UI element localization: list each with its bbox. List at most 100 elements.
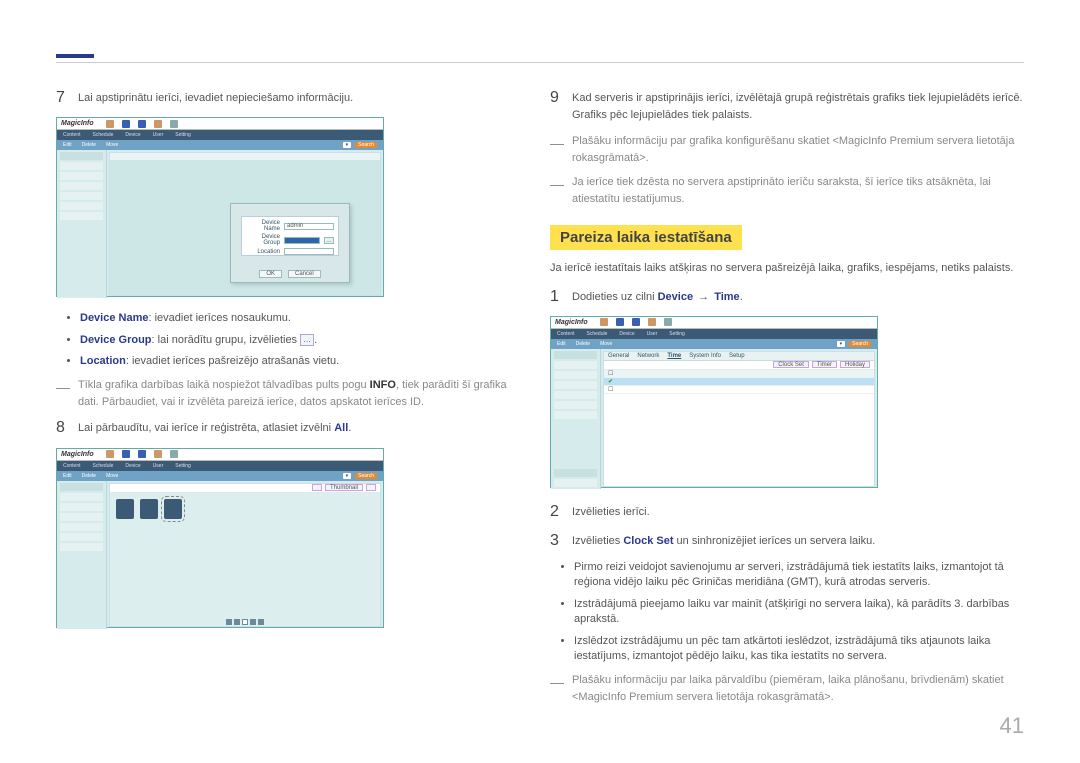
term: Location <box>80 355 126 367</box>
toolbar-label: Delete <box>82 473 96 479</box>
menu-item: User <box>153 132 164 138</box>
step-text: Kad serveris ir apstiprinājis ierīci, iz… <box>572 88 1028 123</box>
menu-item: Schedule <box>93 132 114 138</box>
check-icon: ✔ <box>608 378 613 385</box>
device-tile-selected <box>164 499 182 519</box>
cancel-button: Cancel <box>288 270 321 278</box>
note-text: Ja ierīce tiek dzēsta no servera apstipr… <box>572 174 1028 207</box>
pager-btn <box>226 619 232 625</box>
step-text: Dodieties uz cilni Device → Time. <box>572 287 1028 306</box>
toolbar-label: Move <box>106 473 118 479</box>
tab-active: Time <box>667 353 681 359</box>
section-heading: Pareiza laika iestatīšana <box>550 225 742 250</box>
nav-icon <box>170 120 178 128</box>
nav-icon <box>122 450 130 458</box>
device-tile <box>140 499 158 519</box>
step-8: 8 Lai pārbaudītu, vai ierīce ir reģistrē… <box>56 418 524 437</box>
pager-btn <box>250 619 256 625</box>
menu-item: Content <box>557 331 575 337</box>
step-number: 2 <box>550 502 572 521</box>
app-logo-text: MagicInfo <box>61 451 94 458</box>
pager-btn <box>242 619 248 625</box>
header-rule <box>56 62 1024 63</box>
step-1: 1 Dodieties uz cilni Device → Time. <box>550 287 1028 306</box>
nav-icon <box>138 450 146 458</box>
search-button: Search <box>355 142 377 148</box>
note: ― Plašāku informāciju par grafika konfig… <box>550 133 1028 166</box>
step-number: 3 <box>550 531 572 550</box>
term: Device Name <box>80 312 149 324</box>
header-accent <box>56 54 94 58</box>
menu-item: User <box>647 331 658 337</box>
view-button: Thumbnail <box>325 484 363 491</box>
note-text: Plašāku informāciju par laika pārvaldību… <box>572 672 1028 705</box>
ellipsis-button: … <box>324 237 334 244</box>
toolbar-btn: ▾ <box>343 142 352 148</box>
toolbar-btn: ▾ <box>343 473 352 479</box>
bullet-text: : lai norādītu grupu, izvēlieties <box>152 334 301 346</box>
list-item: Pirmo reizi veidojot savienojumu ar serv… <box>574 560 1028 591</box>
bullet-list: Device Name: ievadiet ierīces nosaukumu.… <box>80 311 524 369</box>
toolbar-label: Edit <box>63 473 72 479</box>
approve-dialog: Device Name admin Device Group … Locatio… <box>230 203 350 283</box>
toolbar-btn: ▾ <box>837 341 846 347</box>
step-text: Izvēlieties Clock Set un sinhronizējiet … <box>572 531 1028 550</box>
search-button: Search <box>849 341 871 347</box>
bullet-list: Pirmo reizi veidojot savienojumu ar serv… <box>574 560 1028 664</box>
tab: General <box>608 353 629 359</box>
bullet-text: : ievadiet ierīces nosaukumu. <box>149 312 291 324</box>
intro-text: Ja ierīcē iestatītais laiks atšķiras no … <box>550 260 1028 277</box>
field-input <box>284 237 320 244</box>
menu-item: Device <box>125 132 140 138</box>
step-number: 9 <box>550 88 572 123</box>
checkbox: ☐ <box>608 386 613 393</box>
toolbar-label: Move <box>600 341 612 347</box>
step-3: 3 Izvēlieties Clock Set un sinhronizējie… <box>550 531 1028 550</box>
list-item: Device Group: lai norādītu grupu, izvēli… <box>80 333 524 348</box>
term: Device Group <box>80 334 152 346</box>
note-text: Plašāku informāciju par grafika konfigur… <box>572 133 1028 166</box>
ellipsis-icon: … <box>300 334 314 346</box>
step-number: 7 <box>56 88 78 107</box>
page-number: 41 <box>1000 713 1024 739</box>
sub-button: Timer <box>812 361 837 368</box>
note: ― Plašāku informāciju par laika pārvaldī… <box>550 672 1028 705</box>
field-label: Location <box>246 249 280 255</box>
step-number: 1 <box>550 287 572 306</box>
step-number: 8 <box>56 418 78 437</box>
nav-icon <box>664 318 672 326</box>
menu-item: Setting <box>175 463 191 469</box>
step-text: Izvēlieties ierīci. <box>572 502 1028 521</box>
toolbar-label: Edit <box>557 341 566 347</box>
menu-item: Device <box>125 463 140 469</box>
search-button: Search <box>355 473 377 479</box>
field-input <box>284 248 334 255</box>
view-button <box>312 484 322 491</box>
bullet-text: . <box>314 334 317 346</box>
step-text: Lai pārbaudītu, vai ierīce ir reģistrēta… <box>78 418 524 437</box>
menu-item: Content <box>63 132 81 138</box>
dash-icon: ― <box>550 672 572 705</box>
nav-icon <box>632 318 640 326</box>
field-input: admin <box>284 223 334 230</box>
step-text: Lai apstiprinātu ierīci, ievadiet nepiec… <box>78 88 524 107</box>
nav-icon <box>122 120 130 128</box>
dash-icon: ― <box>550 174 572 207</box>
menu-item: Setting <box>175 132 191 138</box>
menu-item: Content <box>63 463 81 469</box>
app-logo-text: MagicInfo <box>555 319 588 326</box>
list-item: Location: ievadiet ierīces pašreizējo at… <box>80 354 524 369</box>
ok-button: OK <box>259 270 282 278</box>
toolbar-label: Delete <box>576 341 590 347</box>
menu-item: Schedule <box>587 331 608 337</box>
screenshot-device-all: MagicInfo Content Schedule Device User S… <box>56 448 384 628</box>
dash-icon: ― <box>550 133 572 166</box>
nav-icon <box>154 450 162 458</box>
note-text: Tīkla grafika darbības laikā nospiežot t… <box>78 377 524 410</box>
screenshot-device-time: MagicInfo Content Schedule Device User S… <box>550 316 878 488</box>
right-column: 9 Kad serveris ir apstiprinājis ierīci, … <box>550 88 1028 713</box>
nav-icon <box>170 450 178 458</box>
tab: Setup <box>729 353 745 359</box>
nav-icon <box>616 318 624 326</box>
list-item: Device Name: ievadiet ierīces nosaukumu. <box>80 311 524 326</box>
